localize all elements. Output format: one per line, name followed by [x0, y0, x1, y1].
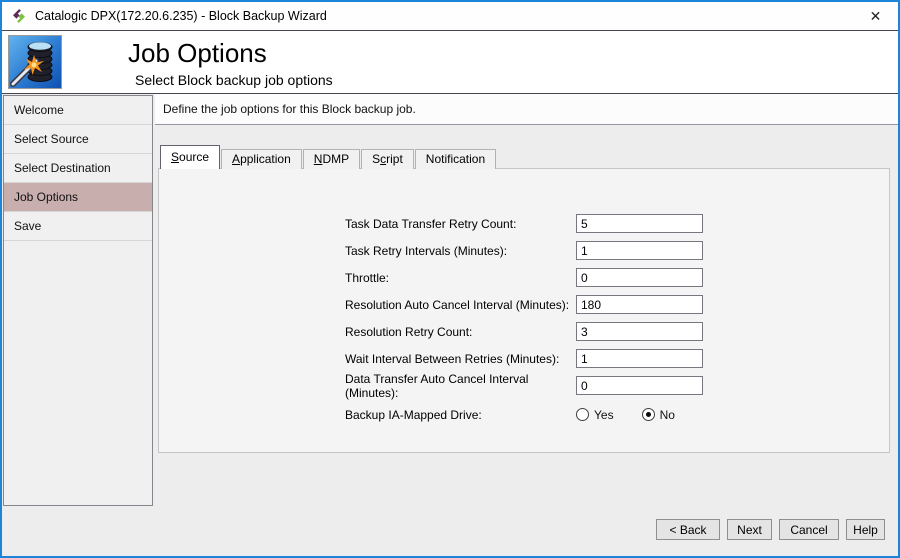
- data-transfer-auto-cancel-interval-input[interactable]: [576, 376, 703, 395]
- radio-option-yes[interactable]: Yes: [576, 408, 614, 422]
- wizard-body: Welcome Select Source Select Destination…: [2, 94, 898, 556]
- tab-bar: Source Application NDMP Script Notificat…: [160, 145, 497, 169]
- field-label: Throttle:: [345, 271, 576, 285]
- form-row: Throttle:: [345, 264, 703, 291]
- wizard-header: Job Options Select Block backup job opti…: [2, 30, 898, 94]
- tab-source[interactable]: Source: [160, 145, 220, 169]
- field-label: Resolution Auto Cancel Interval (Minutes…: [345, 298, 576, 312]
- instruction-bar: Define the job options for this Block ba…: [155, 94, 898, 125]
- sidebar-item-save[interactable]: Save: [4, 212, 152, 241]
- radio-label-yes: Yes: [594, 408, 614, 422]
- close-button[interactable]: ✕: [853, 2, 898, 30]
- radio-label-no: No: [660, 408, 675, 422]
- task-data-transfer-retry-count-input[interactable]: [576, 214, 703, 233]
- tab-ndmp[interactable]: NDMP: [303, 149, 360, 169]
- titlebar: Catalogic DPX(172.20.6.235) - Block Back…: [2, 2, 898, 30]
- tab-application[interactable]: Application: [221, 149, 302, 169]
- field-label: Task Retry Intervals (Minutes):: [345, 244, 576, 258]
- wizard-logo-icon: [8, 35, 62, 89]
- form-row: Resolution Auto Cancel Interval (Minutes…: [345, 291, 703, 318]
- field-label: Data Transfer Auto Cancel Interval (Minu…: [345, 372, 576, 400]
- next-button[interactable]: Next: [727, 519, 772, 540]
- form-row: Data Transfer Auto Cancel Interval (Minu…: [345, 372, 703, 399]
- page-subtitle: Select Block backup job options: [135, 72, 333, 88]
- task-retry-intervals-input[interactable]: [576, 241, 703, 260]
- tab-script[interactable]: Script: [361, 149, 414, 169]
- sidebar-item-select-destination[interactable]: Select Destination: [4, 154, 152, 183]
- help-button[interactable]: Help: [846, 519, 885, 540]
- instruction-text: Define the job options for this Block ba…: [163, 102, 416, 116]
- resolution-retry-count-input[interactable]: [576, 322, 703, 341]
- wizard-steps-sidebar: Welcome Select Source Select Destination…: [3, 95, 153, 506]
- block-backup-wizard-window: Catalogic DPX(172.20.6.235) - Block Back…: [0, 0, 900, 558]
- form-row: Resolution Retry Count:: [345, 318, 703, 345]
- wait-interval-between-retries-input[interactable]: [576, 349, 703, 368]
- field-label: Resolution Retry Count:: [345, 325, 576, 339]
- radio-circle-no: [642, 408, 655, 421]
- radio-option-no[interactable]: No: [642, 408, 675, 422]
- cancel-button[interactable]: Cancel: [779, 519, 839, 540]
- source-tab-panel: Task Data Transfer Retry Count: Task Ret…: [158, 168, 890, 453]
- radio-circle-yes: [576, 408, 589, 421]
- footer-buttons: < Back Next Cancel Help: [656, 519, 885, 540]
- form-row: Task Data Transfer Retry Count:: [345, 210, 703, 237]
- form-row: Wait Interval Between Retries (Minutes):: [345, 345, 703, 372]
- tab-notification[interactable]: Notification: [415, 149, 496, 169]
- form-row-backup-ia-mapped-drive: Backup IA-Mapped Drive: Yes No: [345, 401, 703, 428]
- sidebar-item-job-options[interactable]: Job Options: [4, 183, 152, 212]
- form-row: Task Retry Intervals (Minutes):: [345, 237, 703, 264]
- field-label: Backup IA-Mapped Drive:: [345, 408, 576, 422]
- catalogic-app-icon: [11, 8, 27, 24]
- sidebar-item-welcome[interactable]: Welcome: [4, 96, 152, 125]
- field-label: Wait Interval Between Retries (Minutes):: [345, 352, 576, 366]
- job-options-form: Task Data Transfer Retry Count: Task Ret…: [345, 210, 703, 428]
- sidebar-item-select-source[interactable]: Select Source: [4, 125, 152, 154]
- page-title: Job Options: [128, 38, 267, 69]
- back-button[interactable]: < Back: [656, 519, 720, 540]
- window-title: Catalogic DPX(172.20.6.235) - Block Back…: [35, 9, 327, 23]
- close-icon: ✕: [870, 8, 882, 24]
- throttle-input[interactable]: [576, 268, 703, 287]
- resolution-auto-cancel-interval-input[interactable]: [576, 295, 703, 314]
- field-label: Task Data Transfer Retry Count:: [345, 217, 576, 231]
